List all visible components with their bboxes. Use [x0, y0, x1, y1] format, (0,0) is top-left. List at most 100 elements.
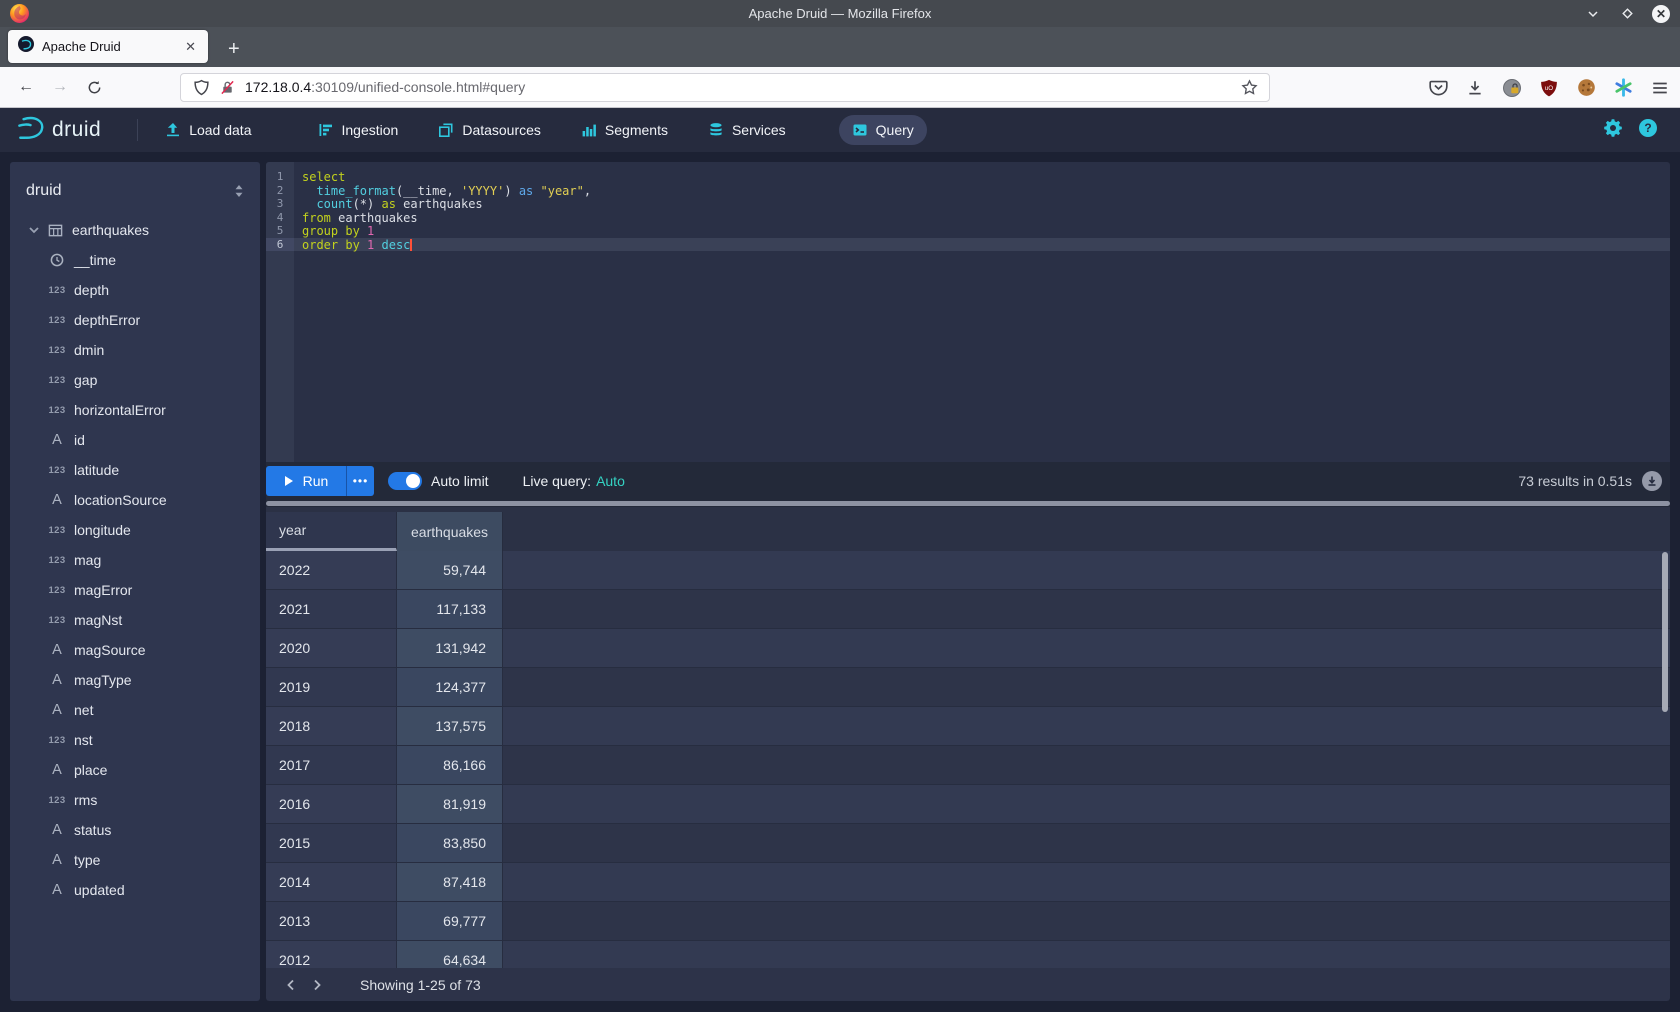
- container-icon[interactable]: [1502, 78, 1522, 98]
- cell-earthquakes[interactable]: 81,919: [397, 785, 503, 823]
- cell-year[interactable]: 2016: [266, 785, 397, 823]
- cell-earthquakes[interactable]: 131,942: [397, 629, 503, 667]
- cell-year[interactable]: 2017: [266, 746, 397, 784]
- sidebar-column-depth[interactable]: 123depth: [10, 275, 260, 305]
- sidebar-column-locationsource[interactable]: AlocationSource: [10, 485, 260, 515]
- sidebar-table-earthquakes[interactable]: earthquakes: [10, 215, 260, 245]
- live-query-value[interactable]: Auto: [596, 473, 625, 489]
- cell-earthquakes[interactable]: 59,744: [397, 551, 503, 589]
- nav-load-data[interactable]: Load data: [152, 115, 264, 145]
- cell-year[interactable]: 2021: [266, 590, 397, 628]
- cell-year[interactable]: 2022: [266, 551, 397, 589]
- sidebar-column-magsource[interactable]: AmagSource: [10, 635, 260, 665]
- code-line-5[interactable]: group by 1: [294, 224, 1670, 238]
- sidebar-column-id[interactable]: Aid: [10, 425, 260, 455]
- schema-sort-icon[interactable]: [234, 184, 244, 203]
- minimize-button[interactable]: [1584, 5, 1602, 23]
- extension-icon[interactable]: [1613, 78, 1633, 98]
- run-more-button[interactable]: •••: [346, 466, 374, 496]
- vertical-scrollbar-thumb[interactable]: [1662, 552, 1668, 712]
- nav-datasources[interactable]: Datasources: [425, 115, 554, 145]
- ublock-icon[interactable]: uO: [1539, 78, 1559, 98]
- cell-earthquakes[interactable]: 83,850: [397, 824, 503, 862]
- close-button[interactable]: ✕: [1652, 5, 1670, 23]
- new-tab-button[interactable]: +: [222, 39, 246, 59]
- sidebar-column-type[interactable]: Atype: [10, 845, 260, 875]
- nav-segments[interactable]: Segments: [568, 115, 681, 145]
- browser-tab[interactable]: Apache Druid ✕: [8, 30, 208, 63]
- tab-close-icon[interactable]: ✕: [181, 39, 200, 55]
- code-line-3[interactable]: count(*) as earthquakes: [294, 197, 1670, 211]
- pocket-icon[interactable]: [1428, 78, 1448, 98]
- cell-earthquakes[interactable]: 87,418: [397, 863, 503, 901]
- help-icon[interactable]: ?: [1638, 118, 1658, 143]
- menu-icon[interactable]: [1650, 78, 1670, 98]
- cell-year[interactable]: 2019: [266, 668, 397, 706]
- cookie-icon[interactable]: [1576, 78, 1596, 98]
- cell-earthquakes[interactable]: 137,575: [397, 707, 503, 745]
- text-cursor: [410, 239, 412, 251]
- sidebar-column-horizontalerror[interactable]: 123horizontalError: [10, 395, 260, 425]
- reload-button[interactable]: [80, 73, 108, 101]
- horizontal-scrollbar[interactable]: [266, 500, 1670, 507]
- sidebar-column-mag[interactable]: 123mag: [10, 545, 260, 575]
- shield-icon[interactable]: [191, 77, 211, 97]
- cell-year[interactable]: 2015: [266, 824, 397, 862]
- nav-ingestion[interactable]: Ingestion: [305, 115, 412, 145]
- sidebar-column-dmin[interactable]: 123dmin: [10, 335, 260, 365]
- column-header-earthquakes[interactable]: earthquakes: [397, 512, 503, 551]
- sidebar-column-magnst[interactable]: 123magNst: [10, 605, 260, 635]
- cell-earthquakes[interactable]: 64,634: [397, 941, 503, 968]
- sidebar-column-net[interactable]: Anet: [10, 695, 260, 725]
- back-button[interactable]: ←: [12, 73, 40, 101]
- downloads-icon[interactable]: [1465, 78, 1485, 98]
- auto-limit-toggle[interactable]: [388, 472, 422, 490]
- sidebar-column-gap[interactable]: 123gap: [10, 365, 260, 395]
- nav-query[interactable]: Query: [839, 115, 927, 145]
- horizontal-scrollbar-thumb[interactable]: [266, 501, 1670, 506]
- sidebar-column-magerror[interactable]: 123magError: [10, 575, 260, 605]
- url-bar[interactable]: 172.18.0.4:30109/unified-console.html#qu…: [180, 73, 1270, 102]
- sidebar-column-updated[interactable]: Aupdated: [10, 875, 260, 905]
- maximize-button[interactable]: [1618, 5, 1636, 23]
- code-line-2[interactable]: time_format(__time, 'YYYY') as "year",: [294, 184, 1670, 198]
- download-results-icon[interactable]: [1642, 471, 1662, 491]
- code-line-4[interactable]: from earthquakes: [294, 211, 1670, 225]
- run-button[interactable]: Run: [266, 466, 346, 496]
- cell-earthquakes[interactable]: 124,377: [397, 668, 503, 706]
- editor-code[interactable]: select time_format(__time, 'YYYY') as "y…: [294, 162, 1670, 462]
- insecure-lock-icon[interactable]: [217, 77, 237, 97]
- sidebar-column-latitude[interactable]: 123latitude: [10, 455, 260, 485]
- nav-services[interactable]: Services: [695, 115, 799, 145]
- sidebar-column-rms[interactable]: 123rms: [10, 785, 260, 815]
- sidebar-column-longitude[interactable]: 123longitude: [10, 515, 260, 545]
- cell-year[interactable]: 2014: [266, 863, 397, 901]
- column-header-year[interactable]: year: [266, 512, 397, 551]
- next-page-icon[interactable]: [304, 972, 330, 998]
- bookmark-star-icon[interactable]: [1239, 77, 1259, 97]
- string-type-icon: A: [46, 432, 68, 448]
- cell-year[interactable]: 2018: [266, 707, 397, 745]
- cell-earthquakes[interactable]: 117,133: [397, 590, 503, 628]
- cell-year[interactable]: 2013: [266, 902, 397, 940]
- chevron-down-icon[interactable]: [28, 224, 44, 236]
- sidebar-column--time[interactable]: __time: [10, 245, 260, 275]
- url-text[interactable]: 172.18.0.4:30109/unified-console.html#qu…: [245, 79, 1239, 95]
- code-line-1[interactable]: select: [294, 170, 1670, 184]
- column-name: rms: [74, 792, 97, 808]
- sidebar-column-place[interactable]: Aplace: [10, 755, 260, 785]
- prev-page-icon[interactable]: [278, 972, 304, 998]
- cell-year[interactable]: 2012: [266, 941, 397, 968]
- sidebar-column-deptherror[interactable]: 123depthError: [10, 305, 260, 335]
- settings-gear-icon[interactable]: [1603, 118, 1623, 143]
- code-line-6[interactable]: order by 1 desc: [294, 238, 1670, 252]
- cell-earthquakes[interactable]: 86,166: [397, 746, 503, 784]
- cell-earthquakes[interactable]: 69,777: [397, 902, 503, 940]
- druid-logo[interactable]: druid: [16, 115, 101, 146]
- cell-year[interactable]: 2020: [266, 629, 397, 667]
- sidebar-column-nst[interactable]: 123nst: [10, 725, 260, 755]
- forward-button[interactable]: →: [46, 73, 74, 101]
- sql-editor[interactable]: 123456 select time_format(__time, 'YYYY'…: [266, 162, 1670, 462]
- sidebar-column-status[interactable]: Astatus: [10, 815, 260, 845]
- sidebar-column-magtype[interactable]: AmagType: [10, 665, 260, 695]
